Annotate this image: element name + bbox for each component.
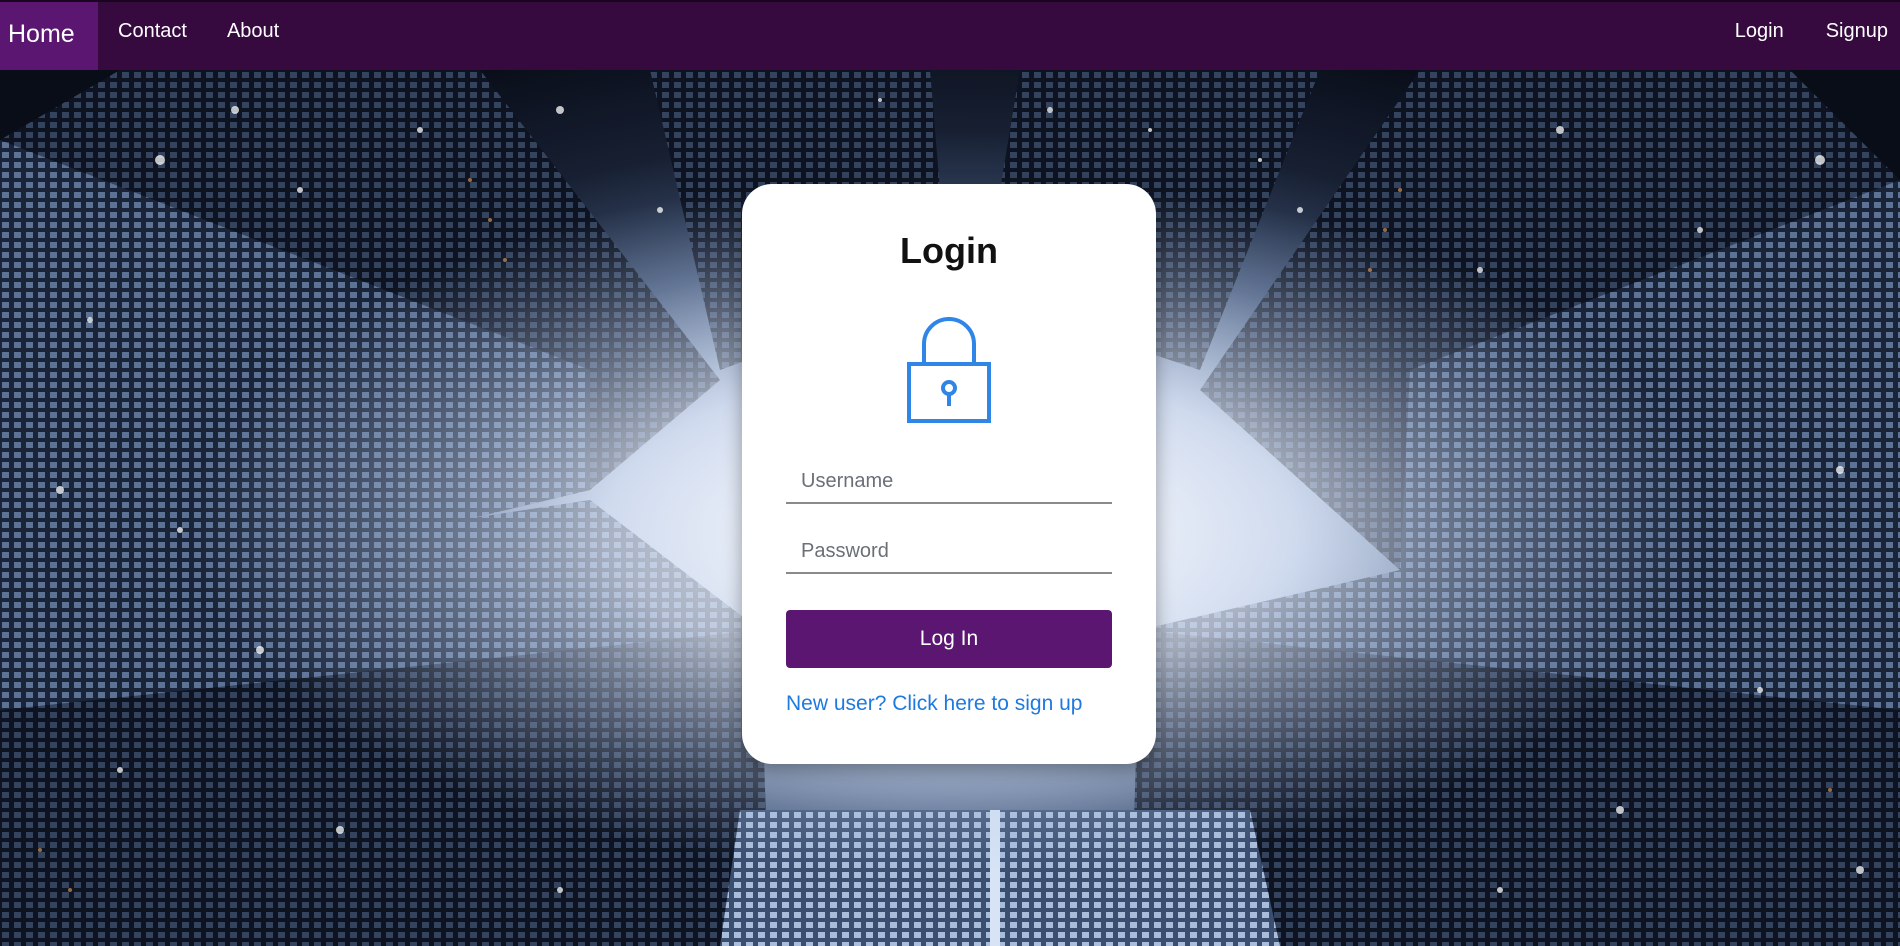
username-input[interactable] [786, 460, 1112, 504]
login-button[interactable]: Log In [786, 610, 1112, 668]
nav-about-link[interactable]: About [207, 2, 299, 70]
password-input[interactable] [786, 530, 1112, 574]
signup-link[interactable]: New user? Click here to sign up [786, 692, 1082, 716]
login-title: Login [900, 230, 998, 271]
nav-contact-link[interactable]: Contact [98, 2, 207, 70]
top-navbar: Home Contact About Login Signup [0, 0, 1900, 70]
nav-home-link[interactable]: Home [0, 2, 98, 70]
nav-login-link[interactable]: Login [1715, 2, 1804, 70]
nav-signup-link[interactable]: Signup [1804, 2, 1900, 70]
nav-right-group: Login Signup [1715, 2, 1900, 70]
lock-icon [907, 317, 991, 423]
nav-left-group: Home Contact About [0, 2, 299, 70]
login-card: Login Log In New user? Click here to sig… [742, 184, 1156, 764]
